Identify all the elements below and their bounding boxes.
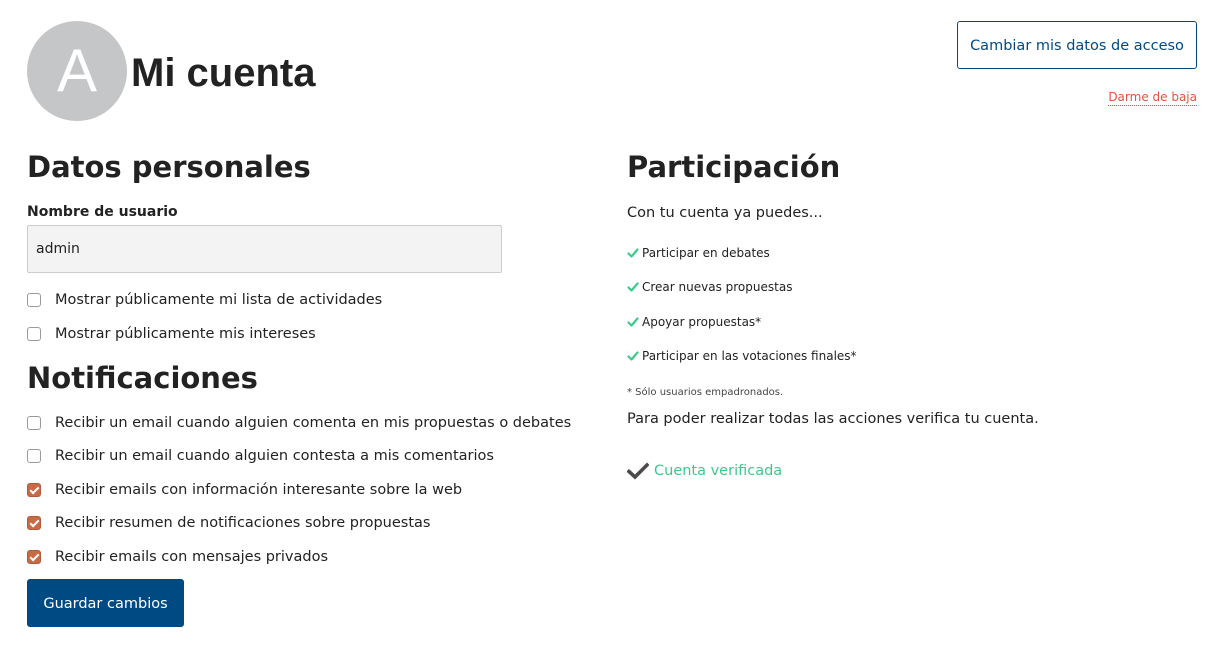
notify-comments-checkbox[interactable] bbox=[27, 416, 41, 430]
notify-replies-checkbox[interactable] bbox=[27, 449, 41, 463]
permission-item: Participar en las votaciones finales* bbox=[627, 347, 857, 365]
permission-item: Crear nuevas propuestas bbox=[627, 278, 792, 296]
permission-item: Apoyar propuestas* bbox=[627, 313, 761, 331]
username-label: Nombre de usuario bbox=[27, 204, 178, 220]
check-icon bbox=[627, 317, 639, 327]
notify-replies-option[interactable]: Recibir un email cuando alguien contesta… bbox=[27, 445, 494, 467]
newsletter-checkbox[interactable] bbox=[27, 483, 41, 497]
public-interests-option[interactable]: Mostrar públicamente mis intereses bbox=[27, 323, 316, 345]
public-activity-label: Mostrar públicamente mi lista de activid… bbox=[55, 292, 383, 308]
verified-account-status: Cuenta verificada bbox=[627, 460, 782, 482]
participation-title: Participación bbox=[627, 150, 841, 184]
username-input[interactable] bbox=[27, 225, 502, 273]
private-messages-label: Recibir emails con mensajes privados bbox=[55, 549, 329, 565]
public-activity-option[interactable]: Mostrar públicamente mi lista de activid… bbox=[27, 289, 382, 311]
check-icon bbox=[627, 282, 639, 292]
permission-label: Crear nuevas propuestas bbox=[642, 280, 793, 294]
checkmark-icon bbox=[627, 462, 649, 480]
digest-label: Recibir resumen de notificaciones sobre … bbox=[55, 515, 431, 531]
notify-replies-label: Recibir un email cuando alguien contesta… bbox=[55, 448, 494, 464]
public-interests-checkbox[interactable] bbox=[27, 327, 41, 341]
notify-comments-label: Recibir un email cuando alguien comenta … bbox=[55, 415, 572, 431]
newsletter-option[interactable]: Recibir emails con información interesan… bbox=[27, 479, 462, 501]
digest-checkbox[interactable] bbox=[27, 516, 41, 530]
permission-label: Participar en debates bbox=[642, 246, 770, 260]
digest-option[interactable]: Recibir resumen de notificaciones sobre … bbox=[27, 512, 430, 534]
public-interests-label: Mostrar públicamente mis intereses bbox=[55, 326, 316, 342]
notifications-title: Notificaciones bbox=[27, 361, 258, 395]
unsubscribe-link[interactable]: Darme de baja bbox=[1108, 89, 1197, 106]
check-icon bbox=[627, 351, 639, 361]
verify-account-text: Para poder realizar todas las acciones v… bbox=[627, 411, 1039, 427]
change-access-data-button[interactable]: Cambiar mis datos de acceso bbox=[957, 21, 1197, 69]
save-changes-button[interactable]: Guardar cambios bbox=[27, 579, 184, 627]
newsletter-label: Recibir emails con información interesan… bbox=[55, 482, 463, 498]
permission-item: Participar en debates bbox=[627, 244, 770, 262]
notify-comments-option[interactable]: Recibir un email cuando alguien comenta … bbox=[27, 412, 571, 434]
residents-footnote: * Sólo usuarios empadronados. bbox=[627, 387, 784, 398]
permission-label: Apoyar propuestas* bbox=[642, 315, 762, 329]
public-activity-checkbox[interactable] bbox=[27, 293, 41, 307]
participation-intro: Con tu cuenta ya puedes... bbox=[627, 205, 823, 221]
account-page: A Mi cuenta Cambiar mis datos de acceso … bbox=[0, 0, 1214, 648]
private-messages-checkbox[interactable] bbox=[27, 550, 41, 564]
page-title: Mi cuenta bbox=[131, 51, 316, 95]
check-icon bbox=[627, 248, 639, 258]
permission-label: Participar en las votaciones finales* bbox=[642, 349, 857, 363]
personal-data-title: Datos personales bbox=[27, 150, 311, 184]
verified-account-label: Cuenta verificada bbox=[654, 463, 783, 479]
private-messages-option[interactable]: Recibir emails con mensajes privados bbox=[27, 546, 328, 568]
avatar: A bbox=[27, 21, 127, 121]
